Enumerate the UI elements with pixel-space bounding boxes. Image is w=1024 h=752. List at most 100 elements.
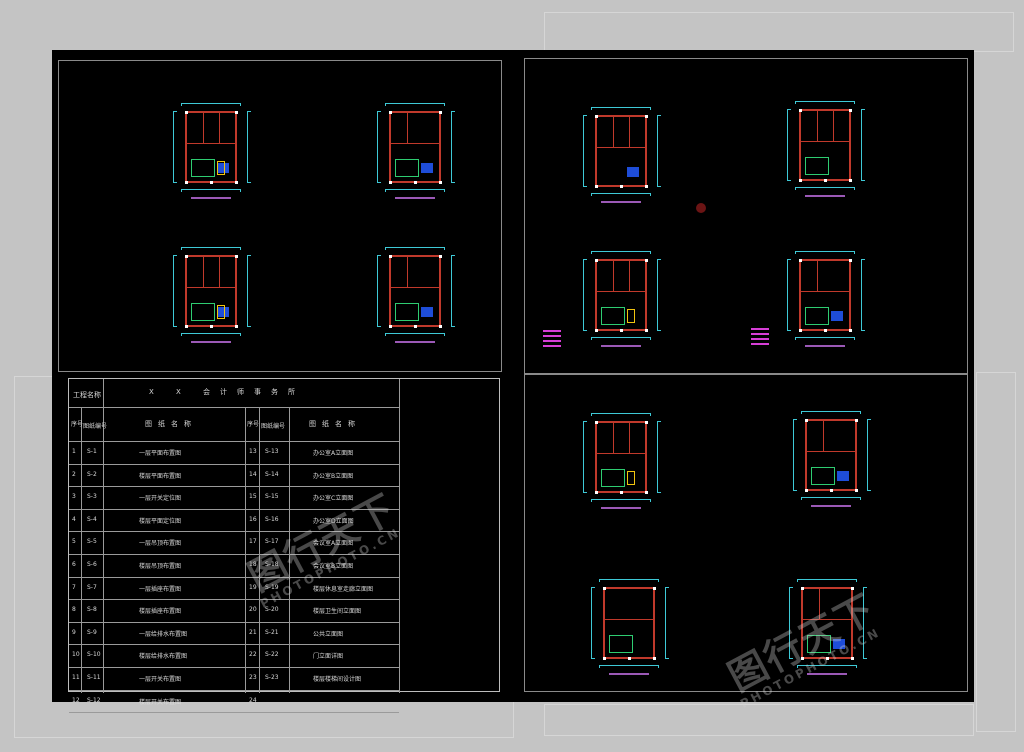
- col-seq-header: 序号: [71, 421, 84, 428]
- row-number: 1: [72, 448, 76, 455]
- column-marker: [414, 181, 417, 184]
- row-code: S-3: [87, 493, 97, 501]
- row-name: 一层开关定位图: [139, 495, 182, 503]
- column-marker: [824, 179, 827, 182]
- row-code: S-7: [87, 583, 97, 591]
- row-code: S-12: [87, 696, 101, 704]
- floor-plan[interactable]: [371, 241, 467, 361]
- column-marker: [645, 115, 648, 118]
- column-marker: [849, 259, 852, 262]
- row-number: 21: [249, 628, 257, 636]
- legend-marks: [543, 327, 561, 357]
- column-marker: [185, 325, 188, 328]
- column-marker: [620, 329, 623, 332]
- column-marker: [645, 259, 648, 262]
- column-marker: [389, 111, 392, 114]
- watermark: 图行天下 PHOTOPHOTO.CN: [241, 485, 404, 612]
- column-marker: [855, 489, 858, 492]
- row-number: 6: [72, 561, 76, 568]
- row-name: 一层平面布置图: [139, 450, 182, 457]
- row-number: 7: [72, 583, 76, 591]
- floor-plan[interactable]: [781, 95, 877, 215]
- column-marker: [805, 419, 808, 422]
- background-sheet-top: [544, 12, 1014, 52]
- column-marker: [235, 181, 238, 184]
- column-marker: [799, 109, 802, 112]
- col-name-header: 图纸名称: [309, 420, 361, 428]
- row-number: 4: [72, 515, 76, 523]
- column-marker: [805, 489, 808, 492]
- floor-plan[interactable]: [787, 405, 883, 525]
- column-marker: [653, 657, 656, 660]
- column-marker: [414, 325, 417, 328]
- column-marker: [235, 111, 238, 114]
- column-marker: [620, 491, 623, 494]
- row-code: S-10: [87, 651, 101, 659]
- row-name: 楼层平面布置图: [139, 472, 182, 480]
- column-marker: [439, 255, 442, 258]
- row-code: S-14: [265, 470, 279, 478]
- column-marker: [595, 185, 598, 188]
- column-marker: [389, 181, 392, 184]
- row-code: S-22: [265, 651, 279, 659]
- row-code: S-6: [87, 561, 97, 568]
- column-marker: [830, 489, 833, 492]
- floor-plan[interactable]: [577, 407, 673, 527]
- col-seq-header: 序号: [247, 421, 260, 428]
- row-number: 11: [72, 674, 80, 681]
- column-marker: [645, 421, 648, 424]
- row-name: 一层吊顶布置图: [139, 540, 182, 548]
- column-marker: [620, 185, 623, 188]
- row-name: 一层开关布置图: [139, 676, 182, 683]
- column-marker: [801, 587, 804, 590]
- column-marker: [849, 329, 852, 332]
- row-code: S-1: [87, 448, 97, 455]
- column-marker: [799, 329, 802, 332]
- row-name: 公共立面图: [313, 630, 344, 638]
- column-marker: [799, 179, 802, 182]
- row-name: 楼层插座布置图: [139, 608, 182, 616]
- column-marker: [210, 325, 213, 328]
- watermark: 图行天下 PHOTOPHOTO.CN: [721, 585, 884, 712]
- column-marker: [595, 115, 598, 118]
- row-code: S-5: [87, 538, 97, 546]
- column-marker: [235, 255, 238, 258]
- row-number: 20: [249, 606, 257, 614]
- row-number: 3: [72, 493, 76, 501]
- col-name-header: 图纸名称: [145, 420, 197, 428]
- row-code: S-15: [265, 493, 279, 501]
- legend-marks: [751, 325, 769, 355]
- row-number: 9: [72, 628, 76, 636]
- row-number: 2: [72, 470, 76, 478]
- column-marker: [799, 259, 802, 262]
- floor-plan[interactable]: [371, 97, 467, 217]
- column-marker: [210, 181, 213, 184]
- row-number: 15: [249, 493, 257, 501]
- column-marker: [389, 325, 392, 328]
- row-name: 楼层休息室走廊立面图: [313, 585, 374, 593]
- company-title: X X 会计师事务所: [149, 388, 306, 396]
- floor-plan[interactable]: [585, 573, 681, 693]
- column-marker: [595, 259, 598, 262]
- row-code: S-8: [87, 606, 97, 614]
- row-code: S-4: [87, 515, 97, 523]
- column-marker: [603, 657, 606, 660]
- row-code: S-23: [265, 674, 279, 681]
- column-marker: [595, 421, 598, 424]
- column-marker: [849, 179, 852, 182]
- col-code-header: 图纸编号: [261, 423, 286, 430]
- floor-plan[interactable]: [577, 101, 673, 221]
- column-marker: [439, 325, 442, 328]
- floor-plan[interactable]: [577, 245, 673, 365]
- row-code: S-9: [87, 628, 97, 636]
- row-code: S-11: [87, 674, 101, 681]
- floor-plan[interactable]: [167, 241, 263, 361]
- row-code: S-13: [265, 448, 279, 455]
- column-marker: [653, 587, 656, 590]
- column-marker: [603, 587, 606, 590]
- row-name: 办公室B立面图: [313, 472, 354, 480]
- floor-plan[interactable]: [167, 97, 263, 217]
- row-name: 楼层给排水布置图: [139, 653, 188, 661]
- cursor-mark: [696, 203, 706, 213]
- floor-plan[interactable]: [781, 245, 877, 365]
